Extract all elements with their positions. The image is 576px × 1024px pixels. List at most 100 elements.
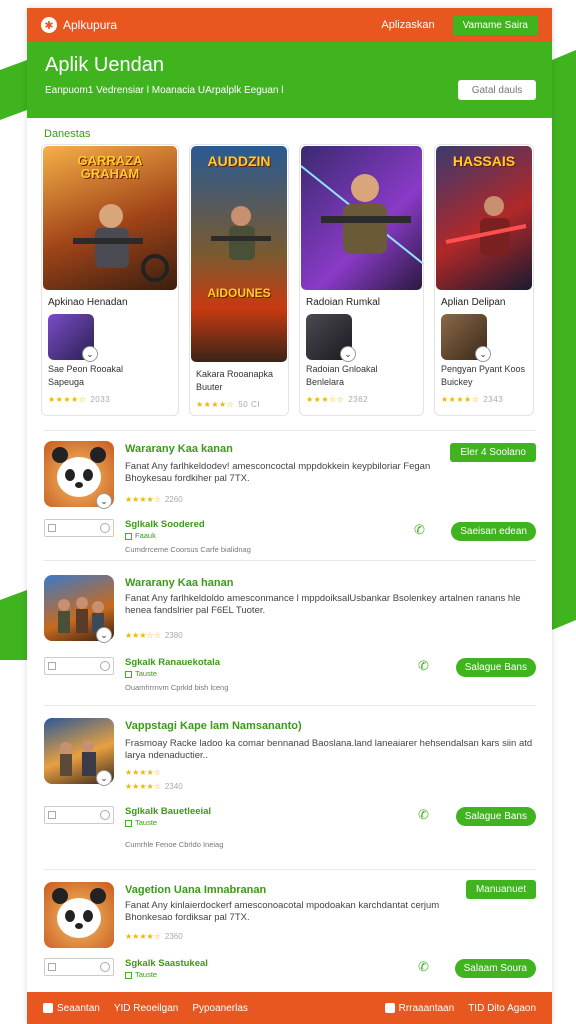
developer-tag: Tauste — [125, 818, 157, 827]
list-item-footnote: Ouamhrrnvm Cprkld bish lceng — [125, 683, 229, 692]
footer-link[interactable]: YID Reoeilgan — [114, 1003, 178, 1014]
rating-stars: ★★★★☆ 2260 — [125, 495, 183, 504]
list-item-description: Fanat Any kinlaierdockerf amesconoacotal… — [125, 900, 440, 924]
list-item-field[interactable] — [44, 519, 114, 537]
list-item-action-button[interactable]: Saeisan edean — [451, 522, 536, 541]
featured-card[interactable]: HASSAIS Aplian Delipan ⌄ Pengyan Pyant K… — [434, 144, 534, 416]
app-thumbnail: ⌄ — [306, 314, 356, 362]
developer-name: Sgkalk Ranauekotala — [125, 657, 221, 668]
game-art-image: GARRAZA GRAHAM — [43, 146, 177, 290]
chevron-down-icon[interactable]: ⌄ — [96, 770, 112, 786]
rating-stars-secondary: ★★★★☆ 2340 — [125, 782, 183, 791]
featured-card-sub: Sae Peon Rooakal — [48, 364, 124, 374]
list-item-field[interactable] — [44, 657, 114, 675]
game-art-image: HASSAIS — [436, 146, 532, 290]
app-window: ✱ Aplkupura Aplizaskan Vamame Saira Apli… — [27, 8, 552, 1024]
list-item-footnote: Cumrhle Fenoe Cbrldo Ineiag — [125, 840, 224, 849]
rating-stars: ★★★★☆ 2033 — [48, 394, 111, 404]
soldier-art — [301, 165, 423, 265]
rating-stars: ★★★★☆ 2343 — [441, 394, 504, 404]
brand-name: Aplkupura — [63, 18, 118, 32]
list-item-description: Fanat Any farlhkeldodev! amesconcoctal m… — [125, 461, 431, 485]
rating-stars: ★★★☆☆ 2380 — [125, 631, 183, 640]
chevron-down-icon[interactable]: ⌄ — [96, 627, 112, 643]
list-item[interactable]: Vagetion Uana Imnabranan Fanat Any kinla… — [43, 870, 536, 990]
app-thumbnail: ⌄ — [441, 314, 491, 362]
game-app-icon: ⌄ — [44, 718, 114, 786]
brand-icon: ✱ — [41, 17, 57, 33]
top-bar: ✱ Aplkupura Aplizaskan Vamame Saira — [27, 8, 552, 42]
rating-stars: ★★★★☆ — [125, 768, 161, 777]
chevron-down-icon[interactable]: ⌄ — [340, 346, 356, 362]
featured-card-sub: Kakara Rooanapka — [196, 369, 274, 379]
featured-card-sub2: Buuter — [196, 382, 223, 393]
developer-name: Sgkalk Saastukeal — [125, 958, 208, 969]
featured-card[interactable]: GARRAZA GRAHAM Apkinao Henadan ⌄ Sae Peo… — [41, 144, 179, 416]
footer-bar: Seaantan YID Reoeilgan Pypoanerlas Rrraa… — [27, 992, 552, 1024]
featured-card-sub2: Sapeuga — [48, 377, 85, 388]
featured-card[interactable]: Radoian Rumkal ⌄ Radoian Gnloakal Benlel… — [299, 144, 424, 416]
footer-icon — [43, 1003, 53, 1013]
list-item-title[interactable]: Vappstagi Kape lam Namsananto) — [125, 720, 302, 732]
chevron-down-icon[interactable]: ⌄ — [82, 346, 98, 362]
game-art-image — [301, 146, 423, 290]
list-item[interactable]: ⌄ Wararany Kaa hanan Fanat Any farlhkeld… — [43, 561, 536, 706]
list-item-field[interactable] — [44, 958, 114, 976]
page-title: Aplik Uendan — [45, 54, 164, 76]
rating-stars: ★★★☆☆ 2362 — [306, 394, 369, 404]
featured-card-sub: Radoian Gnloakal — [306, 364, 378, 374]
featured-section-title: Danestas — [44, 128, 91, 140]
hero-banner: Aplik Uendan Eanpuom1 Vedrensiar l Moana… — [27, 42, 552, 118]
list-item[interactable]: ⌄ Wararany Kaa kanan Fanat Any farlhkeld… — [43, 431, 536, 561]
featured-card-sub2: Benlelara — [306, 377, 345, 388]
featured-card-name: Aplian Delipan — [441, 297, 506, 308]
list-item-title[interactable]: Vagetion Uana Imnabranan — [125, 884, 266, 896]
rating-stars: ★★★★☆ 50 CI — [196, 399, 260, 409]
hero-details-button[interactable]: Gatal dauls — [458, 80, 536, 100]
featured-card-sub2: Buickey — [441, 377, 473, 388]
nav-link-apps[interactable]: Aplizaskan — [381, 19, 434, 31]
app-thumbnail: ⌄ — [48, 314, 98, 362]
featured-card[interactable]: AUDDZIN AIDOUNES Kakara Rooanapka Buuter… — [189, 144, 289, 416]
game-art-image: AUDDZIN AIDOUNES — [191, 146, 287, 362]
footer-icon — [384, 1003, 395, 1013]
chevron-down-icon[interactable]: ⌄ — [96, 493, 112, 509]
developer-tag: Tauste — [125, 669, 157, 678]
phone-icon: ✆ — [418, 807, 429, 822]
brand-logo[interactable]: ✱ Aplkupura — [41, 17, 117, 33]
list-item-title[interactable]: Wararany Kaa hanan — [125, 577, 233, 589]
featured-row: GARRAZA GRAHAM Apkinao Henadan ⌄ Sae Peo… — [27, 144, 552, 416]
footer-link[interactable]: Seaantan — [43, 1003, 100, 1014]
featured-card-name: Radoian Rumkal — [306, 297, 380, 308]
developer-tag: Faauk — [125, 531, 156, 540]
panda-app-icon: ⌄ — [44, 441, 114, 509]
list-item-action-button[interactable]: Salague Bans — [455, 658, 536, 677]
footer-link[interactable]: Pypoanerlas — [192, 1003, 248, 1014]
list-item-description: Fanat Any farlhkeldoldo amesconmance l m… — [125, 593, 521, 617]
soldier-art — [73, 204, 169, 282]
list-item-action-button[interactable]: Salaam Soura — [454, 959, 536, 978]
phone-icon: ✆ — [418, 658, 429, 673]
featured-card-name: Apkinao Henadan — [48, 297, 128, 308]
footer-link[interactable]: TID Dito Agaon — [468, 1003, 536, 1014]
list-item-footnote: Cumdrrceme Coorsus Carfe bialidnag — [125, 545, 251, 554]
chevron-down-icon[interactable]: ⌄ — [475, 346, 491, 362]
top-action-button[interactable]: Vamame Saira — [452, 15, 538, 35]
list-item[interactable]: ⌄ Vappstagi Kape lam Namsananto) Frasmoa… — [43, 706, 536, 870]
list-item-title[interactable]: Wararany Kaa kanan — [125, 443, 233, 455]
list-item-field[interactable] — [44, 806, 114, 824]
list-item-description: Frasmoay Racke ladoo ka comar bennanad B… — [125, 738, 533, 762]
list-item-badge-button[interactable]: Eler 4 Soolano — [450, 443, 536, 462]
list-item-badge-button[interactable]: Manuanuet — [465, 880, 536, 899]
footer-link[interactable]: Rrraaantaan — [384, 1003, 454, 1014]
soldier-art — [211, 206, 271, 260]
panda-art — [52, 888, 106, 938]
phone-icon: ✆ — [414, 522, 425, 537]
phone-icon: ✆ — [418, 959, 429, 974]
list-item-action-button[interactable]: Salague Bans — [455, 807, 536, 826]
developer-name: Sglkalk Bauetleeial — [125, 806, 212, 817]
soldier-art — [445, 196, 527, 256]
developer-name: Sglkalk Soodered — [125, 519, 205, 530]
game-app-icon: ⌄ — [44, 575, 114, 643]
featured-card-sub: Pengyan Pyant Koos — [441, 364, 526, 374]
